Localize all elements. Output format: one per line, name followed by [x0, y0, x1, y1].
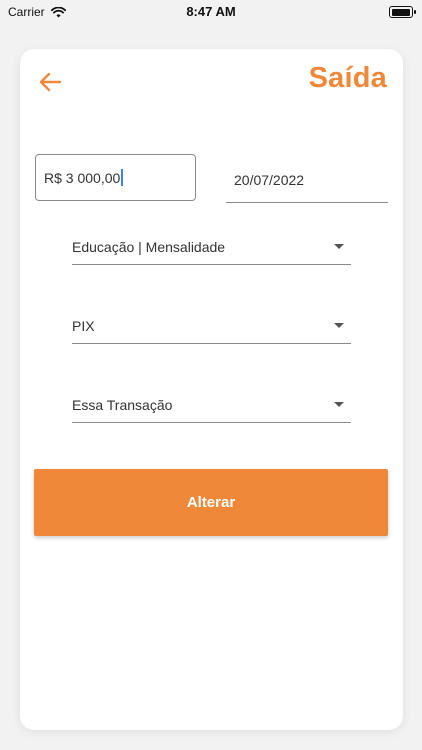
update-button[interactable]: Alterar [34, 469, 388, 536]
date-input[interactable]: 20/07/2022 [226, 157, 388, 203]
dropdown-arrow-icon [334, 244, 344, 249]
text-caret [121, 169, 123, 186]
category-value: Educação | Mensalidade [72, 238, 226, 255]
scope-select[interactable]: Essa Transação [72, 387, 351, 423]
scope-value: Essa Transação [72, 396, 173, 413]
battery-level-fill [391, 8, 410, 16]
status-bar: Carrier 8:47 AM [0, 0, 422, 24]
dropdown-arrow-icon [334, 323, 344, 328]
payment-method-value: PIX [72, 317, 95, 334]
dropdown-arrow-icon [334, 402, 344, 407]
date-value: 20/07/2022 [234, 171, 305, 188]
status-time: 8:47 AM [186, 4, 236, 19]
amount-input[interactable]: R$ 3 000,00 [35, 154, 196, 201]
update-button-label: Alterar [186, 494, 236, 511]
page-title: Saída [308, 62, 387, 94]
amount-value: R$ 3 000,00 [44, 169, 121, 186]
category-select[interactable]: Educação | Mensalidade [72, 229, 351, 265]
back-button[interactable] [37, 69, 63, 95]
battery-icon [389, 6, 416, 18]
payment-method-select[interactable]: PIX [72, 308, 351, 344]
arrow-left-icon [39, 72, 62, 92]
transaction-card: Saída R$ 3 000,00 20/07/2022 Educação | … [20, 49, 403, 730]
